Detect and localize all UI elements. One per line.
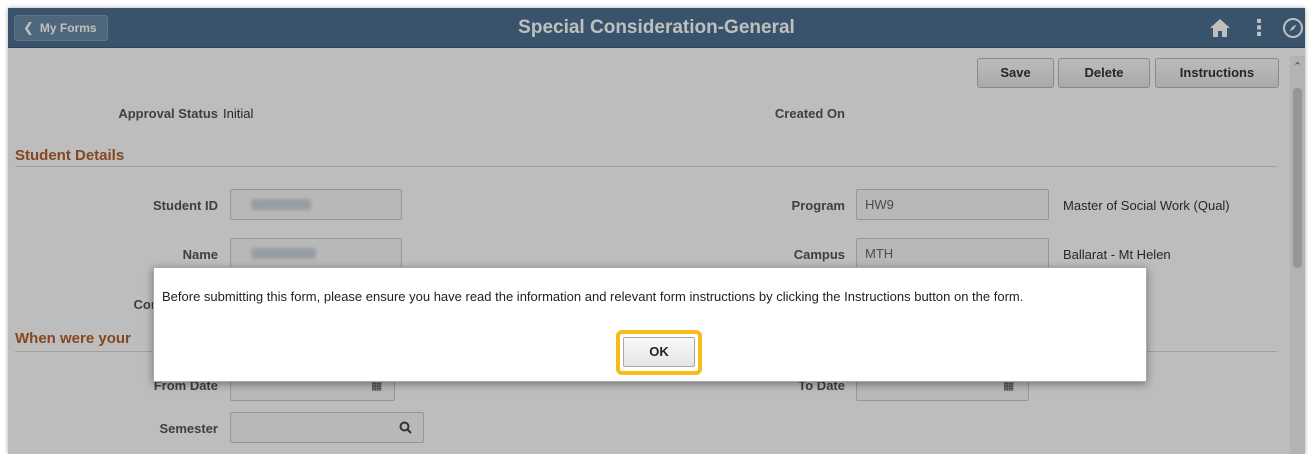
app-frame: ❮ My Forms Special Consideration-General… xyxy=(8,8,1305,454)
alert-dialog: Before submitting this form, please ensu… xyxy=(153,267,1147,382)
ok-button[interactable]: OK xyxy=(623,337,695,367)
modal-overlay xyxy=(8,8,1305,454)
dialog-message: Before submitting this form, please ensu… xyxy=(162,289,1024,304)
